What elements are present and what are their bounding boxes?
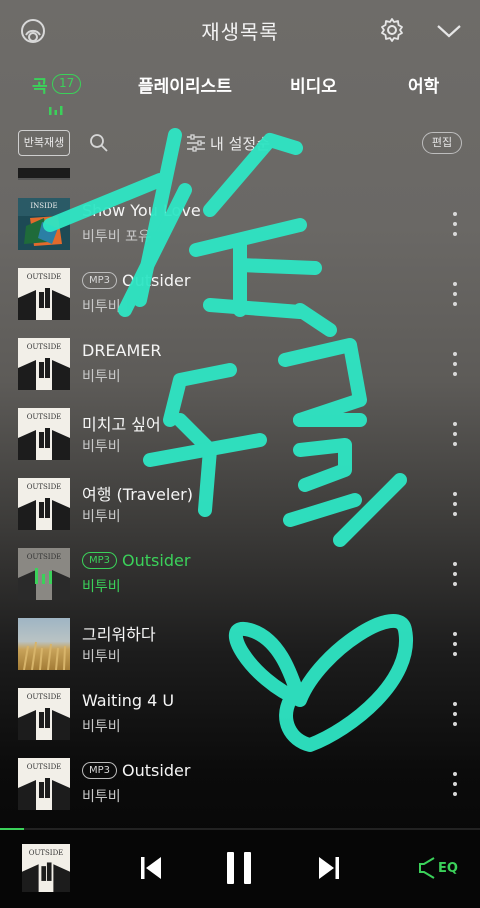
pause-icon[interactable] [224,850,254,886]
song-title: MP3 Outsider [82,761,190,780]
playlist-toolbar: 반복재생 내 설정순 편집 [0,126,480,166]
tab-videos[interactable]: 비디오 [290,72,337,97]
more-options-icon[interactable] [452,492,458,516]
more-options-icon[interactable] [452,212,458,236]
song-title: 여행 (Traveler) [82,481,193,505]
song-title-text: Outsider [122,761,191,780]
song-row[interactable]: INSIDE Show You Love 비투비 포유 [0,198,480,268]
song-title: 그리워하다 [82,621,156,645]
tab-playlists[interactable]: 플레이리스트 [138,72,232,97]
song-artist: 비투비 [82,789,121,805]
song-title-text: DREAMER [82,341,162,360]
search-icon[interactable] [88,132,110,154]
next-track-icon[interactable] [316,854,342,882]
song-artist: 비투비 [82,439,121,455]
more-options-icon[interactable] [452,702,458,726]
album-cover: OUTSIDE [18,758,70,810]
repeat-button[interactable]: 반복재생 [18,130,70,156]
tab-songs-label: 곡 [32,77,48,97]
song-row[interactable]: OUTSIDE DREAMER 비투비 [0,338,480,408]
page-title: 재생목록 [201,20,279,44]
album-cover: OUTSIDE [18,688,70,740]
song-artist: 비투비 포유 [82,229,151,245]
album-cover: OUTSIDE [18,408,70,460]
sort-icon[interactable] [186,134,206,152]
song-title-text: Outsider [122,551,191,570]
previous-track-icon[interactable] [138,854,164,882]
song-artist: 비투비 [82,579,121,595]
song-title-text: 여행 (Traveler) [82,485,193,504]
song-title: Show You Love [82,201,201,220]
song-row[interactable]: OUTSIDE MP3 Outsider 비투비 [0,268,480,338]
song-row[interactable]: 그리워하다 비투비 [0,618,480,688]
chevron-down-icon[interactable] [436,20,462,42]
song-title: DREAMER [82,341,162,360]
song-row[interactable]: OUTSIDE Waiting 4 U 비투비 [0,688,480,758]
more-options-icon[interactable] [452,352,458,376]
song-row[interactable]: OUTSIDE 여행 (Traveler) 비투비 [0,478,480,548]
mini-player: OUTSIDE EQ [0,828,480,908]
more-options-icon[interactable] [452,562,458,586]
progress-fill [0,828,24,830]
more-options-icon[interactable] [452,282,458,306]
more-options-icon[interactable] [452,772,458,796]
song-title-text: 미치고 싶어 [82,415,161,434]
song-artist: 비투비 [82,509,121,525]
album-cover: INSIDE [18,198,70,250]
song-title: MP3 Outsider [82,551,190,570]
song-title: MP3 Outsider [82,271,190,290]
edit-button[interactable]: 편집 [422,132,462,154]
song-artist: 비투비 [82,299,121,315]
now-playing-cover[interactable]: OUTSIDE [22,844,70,892]
now-playing-equalizer-icon [34,564,54,584]
mp3-badge: MP3 [82,762,118,779]
more-options-icon[interactable] [452,632,458,656]
song-title-text: 그리워하다 [82,625,156,644]
sort-option-label[interactable]: 내 설정순 [210,133,270,154]
album-cover: OUTSIDE [18,548,70,600]
album-cover-partial [18,168,70,180]
tab-songs-count-badge: 17 [52,74,82,94]
song-list: INSIDE Show You Love 비투비 포유 OUTSIDE MP3 [0,168,480,818]
song-title: 미치고 싶어 [82,411,161,435]
song-artist: 비투비 [82,369,121,385]
eq-label: EQ [438,860,458,876]
song-row-now-playing[interactable]: OUTSIDE MP3 Outsider 비투비 [0,548,480,618]
song-artist: 비투비 [82,719,121,735]
song-title-text: Outsider [122,271,191,290]
song-artist: 비투비 [82,649,121,665]
eq-icon[interactable]: EQ [416,854,460,882]
more-options-icon[interactable] [452,422,458,446]
gear-icon[interactable] [378,16,406,44]
song-row[interactable]: OUTSIDE 미치고 싶어 비투비 [0,408,480,478]
album-cover [18,618,70,670]
song-title-text: Waiting 4 U [82,691,175,710]
song-title: Waiting 4 U [82,691,174,710]
header: 재생목록 [0,0,480,62]
album-cover: OUTSIDE [18,478,70,530]
song-row[interactable]: OUTSIDE MP3 Outsider 비투비 [0,758,480,818]
tab-language[interactable]: 어학 [408,72,439,97]
mp3-badge: MP3 [82,272,118,289]
album-cover: OUTSIDE [18,338,70,390]
mp3-badge: MP3 [82,552,118,569]
equalizer-icon [48,100,64,115]
tab-bar: 곡 17 플레이리스트 비디오 어학 [0,66,480,115]
progress-bar[interactable] [0,828,480,830]
tab-songs[interactable]: 곡 [32,72,48,97]
song-title-text: Show You Love [82,201,201,220]
album-cover: OUTSIDE [18,268,70,320]
